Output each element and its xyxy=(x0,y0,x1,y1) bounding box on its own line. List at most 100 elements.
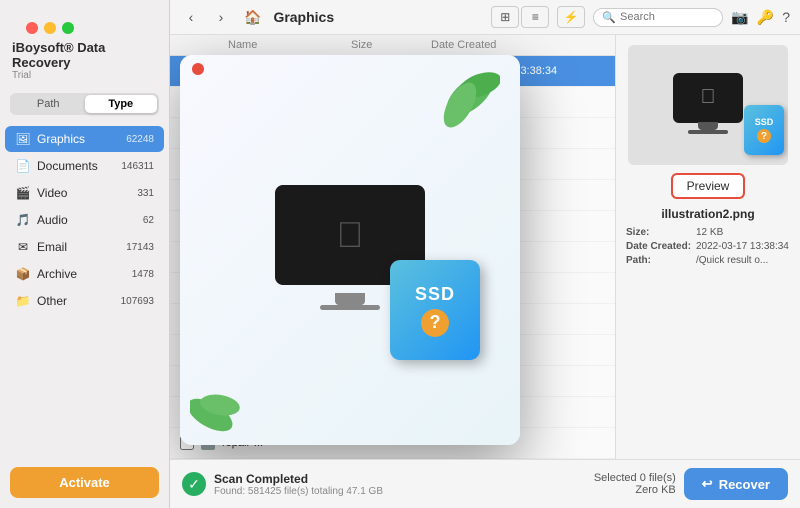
sidebar-item-count: 1478 xyxy=(132,269,154,280)
popup-overlay:  SSD ? xyxy=(180,55,520,445)
activate-button[interactable]: Activate xyxy=(10,467,159,498)
file-list-header: Name Size Date Created xyxy=(170,35,615,56)
sidebar-item-documents[interactable]: 📄 Documents 146311 xyxy=(5,153,164,179)
close-window-button[interactable] xyxy=(26,22,38,34)
info-button[interactable]: 🔑 xyxy=(757,9,774,26)
documents-icon: 📄 xyxy=(15,158,31,174)
status-bar: ✓ Scan Completed Found: 581425 file(s) t… xyxy=(170,459,800,508)
popup-close-button[interactable] xyxy=(192,63,204,75)
toolbar-title: Graphics xyxy=(273,9,334,25)
col-name-header: Name xyxy=(228,39,351,51)
main-content: ‹ › 🏠 Graphics ⊞ ≡ ⚡ 🔍 📷 🔑 ? Name Size xyxy=(170,0,800,508)
imac-stand xyxy=(335,293,365,305)
toolbar: ‹ › 🏠 Graphics ⊞ ≡ ⚡ 🔍 📷 🔑 ? xyxy=(170,0,800,35)
sidebar-item-label: Graphics xyxy=(37,132,126,146)
ssd-question-icon: ? xyxy=(421,309,449,337)
sidebar-item-audio[interactable]: 🎵 Audio 62 xyxy=(5,207,164,233)
traffic-lights xyxy=(12,12,157,34)
sidebar-item-label: Documents xyxy=(37,159,121,173)
ssd-label: SSD xyxy=(415,284,455,305)
preview-size-value: 12 KB xyxy=(696,227,790,238)
list-view-button[interactable]: ≡ xyxy=(521,6,549,28)
tab-type[interactable]: Type xyxy=(85,95,158,113)
scan-sub: Found: 581425 file(s) totaling 47.1 GB xyxy=(214,486,586,497)
selected-info: Selected 0 file(s) Zero KB xyxy=(594,472,676,496)
ssd-preview-card: SSD ? xyxy=(744,105,784,155)
sidebar-item-label: Audio xyxy=(37,213,143,227)
preview-button[interactable]: Preview xyxy=(671,173,746,199)
sidebar-item-count: 62 xyxy=(143,215,154,226)
selected-count: Selected 0 file(s) xyxy=(594,472,676,484)
ssd-preview-label: SSD xyxy=(755,117,774,127)
tab-row: Path Type xyxy=(10,93,159,115)
preview-date-label: Date Created: xyxy=(626,241,696,252)
app-header: iBoysoft® Data Recovery Trial xyxy=(0,0,169,85)
popup-imac-illustration:  SSD ? xyxy=(210,110,490,390)
forward-button[interactable]: › xyxy=(210,6,232,28)
email-icon: ✉ xyxy=(15,239,31,255)
sidebar-item-count: 17143 xyxy=(126,242,154,253)
preview-date-value: 2022-03-17 13:38:34 xyxy=(696,241,790,252)
preview-image-area:  SSD ? xyxy=(628,45,788,165)
ssd-card: SSD ? xyxy=(390,260,480,360)
help-button[interactable]: ? xyxy=(782,9,790,25)
search-input[interactable] xyxy=(620,11,714,23)
minimize-window-button[interactable] xyxy=(44,22,56,34)
preview-panel:  SSD ? Preview illustration2.png Size: … xyxy=(615,35,800,459)
file-list-area: Name Size Date Created W illustration2.p… xyxy=(170,35,800,459)
sidebar-item-other[interactable]: 📁 Other 107693 xyxy=(5,288,164,314)
mac-base xyxy=(688,130,728,134)
col-size-header: Size xyxy=(351,39,431,51)
sidebar-item-count: 107693 xyxy=(121,296,154,307)
sidebar-item-archive[interactable]: 📦 Archive 1478 xyxy=(5,261,164,287)
mac-stand xyxy=(698,122,718,130)
scan-complete-icon: ✓ xyxy=(182,472,206,496)
sidebar-item-count: 146311 xyxy=(121,161,154,172)
home-button[interactable]: 🏠 xyxy=(240,9,265,26)
preview-size-label: Size: xyxy=(626,227,696,238)
sidebar-item-graphics[interactable]: 🖼 Graphics 62248 xyxy=(5,126,164,152)
sidebar-item-count: 331 xyxy=(137,188,154,199)
preview-path-value: /Quick result o... xyxy=(696,255,790,266)
col-date-header: Date Created xyxy=(431,39,581,51)
recover-button[interactable]: ↩ Recover xyxy=(684,468,788,500)
other-icon: 📁 xyxy=(15,293,31,309)
filter-button[interactable]: ⚡ xyxy=(557,6,585,28)
sidebar-item-video[interactable]: 🎬 Video 331 xyxy=(5,180,164,206)
scan-title: Scan Completed xyxy=(214,472,586,486)
search-box: 🔍 xyxy=(593,8,723,27)
tab-path[interactable]: Path xyxy=(12,95,85,113)
sidebar-list: 🖼 Graphics 62248 📄 Documents 146311 🎬 Vi… xyxy=(0,123,169,457)
sidebar-item-label: Video xyxy=(37,186,137,200)
popup-illustration:  SSD ? xyxy=(180,55,520,445)
app-title: iBoysoft® Data Recovery xyxy=(12,40,157,70)
sidebar-item-label: Email xyxy=(37,240,126,254)
maximize-window-button[interactable] xyxy=(62,22,74,34)
preview-filename: illustration2.png xyxy=(661,207,754,221)
apple-logo-icon:  xyxy=(701,86,716,109)
audio-icon: 🎵 xyxy=(15,212,31,228)
sidebar-item-email[interactable]: ✉ Email 17143 xyxy=(5,234,164,260)
activate-section: Activate xyxy=(0,457,169,508)
scan-text: Scan Completed Found: 581425 file(s) tot… xyxy=(214,472,586,497)
imac-base xyxy=(320,305,380,310)
sidebar: iBoysoft® Data Recovery Trial Path Type … xyxy=(0,0,170,508)
preview-date-row: Date Created: 2022-03-17 13:38:34 xyxy=(626,241,790,252)
sidebar-item-label: Archive xyxy=(37,267,132,281)
apple-logo-large-icon:  xyxy=(337,214,364,256)
grid-view-button[interactable]: ⊞ xyxy=(491,6,519,28)
selected-size: Zero KB xyxy=(594,484,676,496)
camera-button[interactable]: 📷 xyxy=(731,9,748,26)
sidebar-item-label: Other xyxy=(37,294,121,308)
sidebar-item-count: 62248 xyxy=(126,134,154,145)
graphics-icon: 🖼 xyxy=(15,131,31,147)
recover-label: Recover xyxy=(719,477,770,492)
preview-size-row: Size: 12 KB xyxy=(626,227,790,238)
recover-icon: ↩ xyxy=(702,476,713,492)
video-icon: 🎬 xyxy=(15,185,31,201)
preview-path-row: Path: /Quick result o... xyxy=(626,255,790,266)
preview-mac-illustration:  xyxy=(668,73,748,138)
preview-meta: Size: 12 KB Date Created: 2022-03-17 13:… xyxy=(626,227,790,269)
back-button[interactable]: ‹ xyxy=(180,6,202,28)
view-toggle: ⊞ ≡ xyxy=(491,6,549,28)
